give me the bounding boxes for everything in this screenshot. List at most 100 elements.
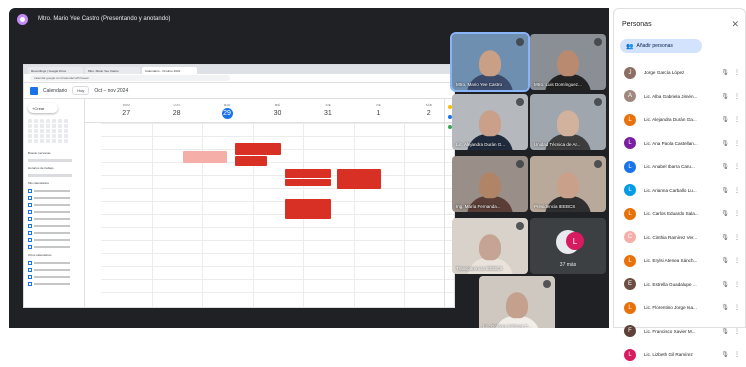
checkbox[interactable] bbox=[28, 261, 32, 265]
mic-off-icon[interactable]: 🎙︎ bbox=[721, 234, 729, 241]
day-header[interactable]: MIÉ 30 bbox=[252, 99, 302, 122]
checkbox[interactable] bbox=[28, 245, 32, 249]
day-header[interactable]: MAR 29 bbox=[202, 99, 252, 122]
calendar-checkbox-row[interactable] bbox=[28, 217, 80, 221]
participant-row[interactable]: L Lic. Alejandra Durán Ga... 🎙︎ ⋮ bbox=[614, 108, 745, 132]
more-options-icon[interactable]: ⋮ bbox=[734, 163, 740, 170]
calendar-checkbox-row[interactable] bbox=[28, 268, 80, 272]
participant-row[interactable]: J Jorge García López 🎙︎ ⋮ bbox=[614, 61, 745, 85]
participant-row[interactable]: L Lic. Erylsi Atenea Sánch... 🎙︎ ⋮ bbox=[614, 249, 745, 273]
mic-off-icon[interactable]: 🎙︎ bbox=[721, 163, 729, 170]
more-options-icon[interactable]: ⋮ bbox=[734, 257, 740, 264]
more-options-icon[interactable]: ⋮ bbox=[734, 304, 740, 311]
day-number[interactable]: 2 bbox=[423, 108, 434, 119]
participant-tile[interactable]: Transparencia IEEBCS bbox=[452, 218, 528, 274]
more-options-icon[interactable]: ⋮ bbox=[734, 234, 740, 241]
mini-day[interactable] bbox=[28, 134, 32, 138]
participant-row[interactable]: L Lic. Carlos Eduardo Sala... 🎙︎ ⋮ bbox=[614, 202, 745, 226]
participant-tile[interactable]: Unidad Técnica de Ar... bbox=[530, 94, 606, 150]
mini-day[interactable] bbox=[58, 134, 62, 138]
url-field[interactable]: calendar.google.com/calendar/u/0/r/week bbox=[30, 75, 230, 81]
mini-day[interactable] bbox=[40, 129, 44, 133]
today-button[interactable]: Hoy bbox=[72, 86, 90, 95]
mini-day[interactable] bbox=[58, 129, 62, 133]
mini-day[interactable] bbox=[28, 119, 32, 123]
mic-off-icon[interactable]: 🎙︎ bbox=[721, 328, 729, 335]
mini-day[interactable] bbox=[58, 119, 62, 123]
mini-day[interactable] bbox=[64, 134, 68, 138]
mic-off-icon[interactable]: 🎙︎ bbox=[721, 281, 729, 288]
calendar-checkbox-row[interactable] bbox=[28, 282, 80, 286]
day-header[interactable]: JUE 31 bbox=[303, 99, 353, 122]
checkbox[interactable] bbox=[28, 196, 32, 200]
checkbox[interactable] bbox=[28, 231, 32, 235]
more-options-icon[interactable]: ⋮ bbox=[734, 93, 740, 100]
mini-day[interactable] bbox=[40, 139, 44, 143]
mini-day[interactable] bbox=[34, 134, 38, 138]
mini-day[interactable] bbox=[28, 139, 32, 143]
mini-day[interactable] bbox=[52, 129, 56, 133]
checkbox[interactable] bbox=[28, 268, 32, 272]
mic-off-icon[interactable]: 🎙︎ bbox=[721, 140, 729, 147]
day-number[interactable]: 31 bbox=[322, 108, 333, 119]
close-icon[interactable]: ✕ bbox=[731, 19, 739, 30]
calendar-checkbox-row[interactable] bbox=[28, 196, 80, 200]
mini-day[interactable] bbox=[52, 134, 56, 138]
checkbox[interactable] bbox=[28, 238, 32, 242]
calendar-checkbox-row[interactable] bbox=[28, 245, 80, 249]
checkbox[interactable] bbox=[28, 210, 32, 214]
mic-off-icon[interactable]: 🎙︎ bbox=[721, 304, 729, 311]
shared-screen[interactable]: Recordings | Google Drive Mtro. Mario Ye… bbox=[23, 64, 455, 308]
mini-day[interactable] bbox=[52, 139, 56, 143]
more-options-icon[interactable]: ⋮ bbox=[734, 187, 740, 194]
mic-off-icon[interactable]: 🎙︎ bbox=[721, 93, 729, 100]
calendar-checkbox-row[interactable] bbox=[28, 261, 80, 265]
day-header[interactable]: LUN 28 bbox=[151, 99, 201, 122]
event-block[interactable] bbox=[285, 169, 331, 178]
mini-day[interactable] bbox=[34, 139, 38, 143]
mini-day[interactable] bbox=[34, 119, 38, 123]
calendar-checkbox-row[interactable] bbox=[28, 224, 80, 228]
participant-tile[interactable]: Presidencia IEEBCS bbox=[530, 156, 606, 212]
mini-day[interactable] bbox=[52, 119, 56, 123]
mini-day[interactable] bbox=[46, 134, 50, 138]
checkbox[interactable] bbox=[28, 282, 32, 286]
participant-row[interactable]: F Lic. Francisco Xavier M... 🎙︎ ⋮ bbox=[614, 320, 745, 344]
mini-day[interactable] bbox=[64, 129, 68, 133]
mic-off-icon[interactable]: 🎙︎ bbox=[721, 116, 729, 123]
browser-tab[interactable]: Mtro. Mario Yee Castro bbox=[85, 67, 140, 74]
calendar-checkbox-row[interactable] bbox=[28, 275, 80, 279]
mini-day[interactable] bbox=[46, 139, 50, 143]
event-block[interactable] bbox=[235, 143, 281, 155]
browser-tab-active[interactable]: Calendario - Octubre 2024 bbox=[142, 67, 197, 74]
day-header[interactable]: VIE 1 bbox=[353, 99, 403, 122]
mini-day[interactable] bbox=[52, 124, 56, 128]
event-block[interactable] bbox=[235, 156, 267, 166]
mic-off-icon[interactable]: 🎙︎ bbox=[721, 351, 729, 358]
mini-day[interactable] bbox=[64, 119, 68, 123]
participant-tile[interactable]: Mtro. Luis Domínguez... bbox=[530, 34, 606, 90]
participant-tile[interactable]: Ing. María Fernanda... bbox=[452, 156, 528, 212]
day-number[interactable]: 28 bbox=[171, 108, 182, 119]
calendar-checkbox-row[interactable] bbox=[28, 231, 80, 235]
participant-tile[interactable]: Lic. Alejandra Durán G... bbox=[452, 94, 528, 150]
mini-day[interactable] bbox=[58, 139, 62, 143]
keep-icon[interactable] bbox=[447, 105, 452, 109]
checkbox[interactable] bbox=[28, 203, 32, 207]
mini-day[interactable] bbox=[40, 134, 44, 138]
more-participants-tile[interactable]: L 37 más bbox=[530, 218, 606, 274]
mini-day[interactable] bbox=[64, 139, 68, 143]
mini-day[interactable] bbox=[46, 119, 50, 123]
day-number[interactable]: 29 bbox=[221, 107, 233, 119]
mini-day[interactable] bbox=[46, 124, 50, 128]
event-block[interactable] bbox=[285, 199, 331, 219]
mic-off-icon[interactable]: 🎙︎ bbox=[721, 187, 729, 194]
event-block[interactable] bbox=[183, 151, 227, 163]
participant-row[interactable]: L Lic. Ana Paola Castellan... 🎙︎ ⋮ bbox=[614, 132, 745, 156]
participant-row[interactable]: L Lic. Arianna Carballo Lu... 🎙︎ ⋮ bbox=[614, 179, 745, 203]
calendar-checkbox-row[interactable] bbox=[28, 189, 80, 193]
checkbox[interactable] bbox=[28, 217, 32, 221]
calendar-checkbox-row[interactable] bbox=[28, 203, 80, 207]
calendar-checkbox-row[interactable] bbox=[28, 238, 80, 242]
participant-row[interactable]: E Lic. Estrella Guadalupe ... 🎙︎ ⋮ bbox=[614, 273, 745, 297]
